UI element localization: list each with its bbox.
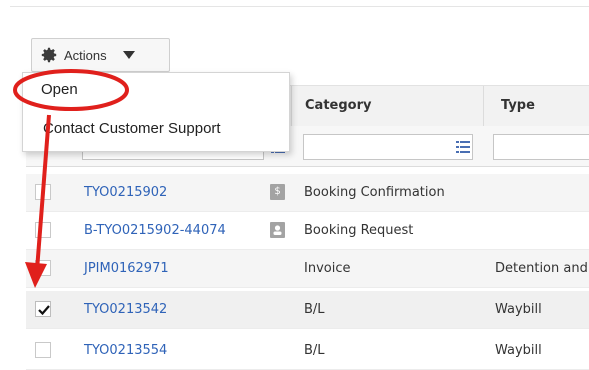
reference-link[interactable]: TYO0213554 xyxy=(84,343,167,358)
list-filter-icon[interactable] xyxy=(456,141,470,153)
user-icon xyxy=(270,222,285,238)
menu-item-open[interactable]: Open xyxy=(41,81,78,98)
reference-link[interactable]: TYO0213542 xyxy=(84,302,167,317)
row-checkbox[interactable] xyxy=(35,260,51,276)
column-header-category[interactable]: Category xyxy=(305,98,371,113)
top-divider xyxy=(10,6,589,7)
row-checkbox[interactable] xyxy=(35,184,51,200)
category-filter-input[interactable] xyxy=(303,134,473,160)
menu-item-contact-customer-support[interactable]: Contact Customer Support xyxy=(43,120,221,137)
dollar-icon: $ xyxy=(270,184,285,200)
category-cell: B/L xyxy=(304,302,325,317)
row-checkbox-checked[interactable] xyxy=(35,301,51,317)
actions-label: Actions xyxy=(64,47,107,63)
table-row-selected[interactable]: TYO0213542 B/L Waybill xyxy=(26,291,589,329)
type-filter-input[interactable] xyxy=(493,134,589,160)
reference-link[interactable]: B-TYO0215902-44074 xyxy=(84,223,226,238)
category-cell: Booking Request xyxy=(304,223,414,238)
type-cell: Waybill xyxy=(495,343,542,358)
type-cell: Detention and xyxy=(495,261,588,276)
type-cell: Waybill xyxy=(495,302,542,317)
actions-button[interactable]: Actions xyxy=(31,38,170,72)
category-cell: B/L xyxy=(304,343,325,358)
table-row[interactable]: TYO0215902 $ Booking Confirmation xyxy=(26,174,589,212)
row-checkbox[interactable] xyxy=(35,222,51,238)
reference-link[interactable]: TYO0215902 xyxy=(84,185,167,200)
category-cell: Invoice xyxy=(304,261,351,276)
row-checkbox[interactable] xyxy=(35,342,51,358)
gear-icon xyxy=(41,47,57,63)
table-row[interactable]: TYO0213554 B/L Waybill xyxy=(26,332,589,370)
reference-link[interactable]: JPIM0162971 xyxy=(84,261,169,276)
column-separator xyxy=(483,86,484,126)
column-header-type[interactable]: Type xyxy=(501,98,535,113)
column-separator xyxy=(291,86,292,126)
category-cell: Booking Confirmation xyxy=(304,185,445,200)
table-row[interactable]: B-TYO0215902-44074 Booking Request xyxy=(26,212,589,250)
caret-down-icon xyxy=(122,51,135,59)
checkmark-icon xyxy=(38,305,50,316)
table-row[interactable]: JPIM0162971 Invoice Detention and xyxy=(26,250,589,288)
actions-dropdown-menu: Open Contact Customer Support xyxy=(22,72,290,152)
